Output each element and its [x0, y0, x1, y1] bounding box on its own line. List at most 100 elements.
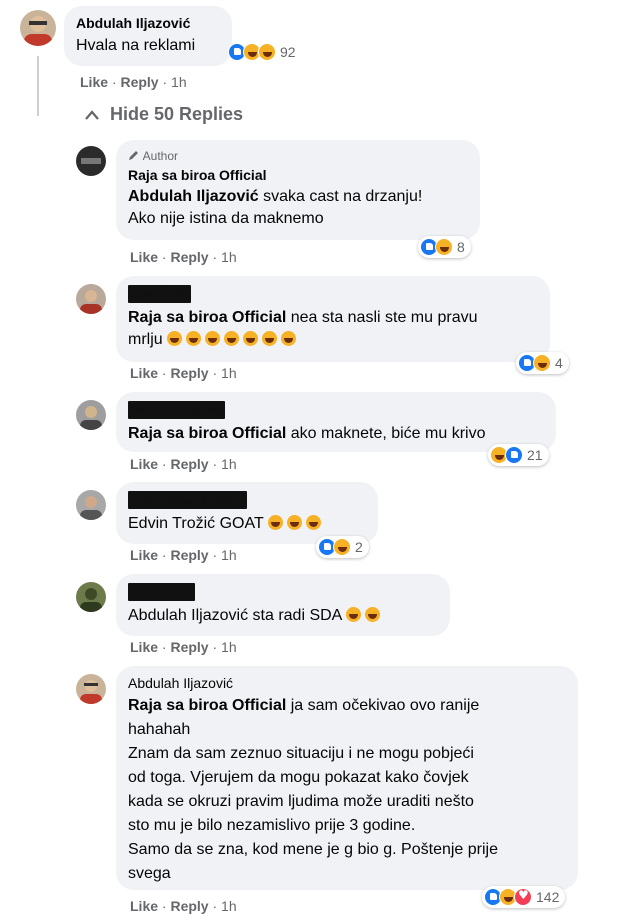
comment-bubble: Almir Čolić Raja sa biroa Official nea s…: [116, 276, 550, 362]
comment-text: Edvin Trožić GOAT: [128, 513, 366, 535]
separator: ·: [161, 365, 167, 381]
redacted-author-name: Senad Salić: [128, 583, 196, 601]
reply-button[interactable]: Reply: [170, 365, 208, 381]
avatar[interactable]: [76, 674, 106, 704]
mention-link[interactable]: Edvin Trožić: [128, 515, 215, 532]
avatar-image: [80, 680, 102, 704]
comment-text-part: Znam da sam zeznuo situaciju i ne mogu p…: [128, 745, 474, 762]
reaction-summary[interactable]: 4: [516, 352, 569, 374]
reply-button[interactable]: Reply: [120, 74, 158, 90]
love-icon: [514, 888, 532, 906]
mention-link[interactable]: Abdulah Iljazović: [128, 607, 248, 624]
avatar[interactable]: [76, 582, 106, 612]
avatar[interactable]: [76, 146, 106, 176]
chevron-up-icon: [85, 109, 99, 120]
separator: ·: [212, 365, 218, 381]
comment-actions: Like · Reply · 1h: [130, 249, 237, 265]
separator: ·: [212, 456, 218, 472]
reply-button[interactable]: Reply: [170, 456, 208, 472]
avatar-image: [24, 16, 52, 46]
rofl-emoji-icon: [345, 607, 361, 622]
reaction-count: 21: [527, 447, 543, 463]
comment-text-part: ako maknete, biće mu krivo: [286, 425, 486, 442]
reply-button[interactable]: Reply: [170, 547, 208, 563]
mention-link[interactable]: Abdulah Iljazović: [128, 188, 259, 205]
laughing-emoji-icon: [262, 331, 278, 346]
avatar[interactable]: [76, 490, 106, 520]
avatar[interactable]: [76, 284, 106, 314]
comment-text-part: svega: [128, 865, 171, 882]
comment-text-part: ja sam očekivao ovo ranije: [286, 697, 480, 714]
reaction-summary[interactable]: 142: [482, 886, 566, 908]
haha-icon: [533, 354, 551, 372]
comment-text-part: mrlju: [128, 331, 163, 348]
comment-bubble: Edvin Hajdarević Raja sa biroa Official …: [116, 392, 556, 452]
laughing-emoji-row: [267, 515, 325, 532]
author-badge-label: Author: [142, 149, 179, 163]
comment-author[interactable]: Almir Čolić: [128, 284, 538, 303]
comment-text: Abdulah Iljazović svaka cast na drzanju!…: [128, 186, 468, 230]
comment-actions: Like · Reply · 1h: [80, 74, 187, 90]
mention-link[interactable]: Raja sa biroa Official: [128, 425, 286, 442]
avatar[interactable]: [76, 400, 106, 430]
comment-time[interactable]: 1h: [171, 74, 187, 90]
reaction-count: 2: [355, 539, 363, 555]
like-button[interactable]: Like: [130, 249, 158, 265]
comment-author[interactable]: Edvin Hajdarević: [128, 400, 544, 419]
reaction-summary[interactable]: 2: [316, 536, 369, 558]
like-button[interactable]: Like: [130, 639, 158, 655]
reply-button[interactable]: Reply: [170, 898, 208, 914]
avatar-image: [80, 406, 102, 430]
separator: ·: [212, 249, 218, 265]
separator: ·: [212, 639, 218, 655]
comment-text-part: hahahah: [128, 721, 191, 738]
reply-button[interactable]: Reply: [170, 249, 208, 265]
avatar[interactable]: [20, 10, 56, 46]
mention-link[interactable]: Raja sa biroa Official: [128, 309, 286, 326]
like-button[interactable]: Like: [80, 74, 108, 90]
comment-author[interactable]: Raja sa biroa Official: [128, 166, 468, 184]
like-button[interactable]: Like: [130, 365, 158, 381]
like-button[interactable]: Like: [130, 547, 158, 563]
comment-time[interactable]: 1h: [221, 547, 237, 563]
comment-text: Hvala na reklami: [76, 37, 196, 54]
comment-text: Abdulah Iljazović sta radi SDA: [128, 605, 438, 627]
separator: ·: [162, 74, 168, 90]
comment-author[interactable]: Abdulah Iljazović: [128, 674, 566, 692]
rofl-emoji-icon: [364, 607, 380, 622]
like-button[interactable]: Like: [130, 898, 158, 914]
reaction-summary[interactable]: 21: [488, 444, 549, 466]
reply-button[interactable]: Reply: [170, 639, 208, 655]
reaction-summary[interactable]: 92: [226, 41, 302, 63]
reaction-count: 142: [536, 889, 560, 905]
separator: ·: [212, 547, 218, 563]
separator: ·: [161, 249, 167, 265]
like-button[interactable]: Like: [130, 456, 158, 472]
comment-time[interactable]: 1h: [221, 639, 237, 655]
comment-bubble: Senad Salić Abdulah Iljazović sta radi S…: [116, 574, 450, 636]
avatar-image: [80, 496, 102, 520]
comment-author[interactable]: Senad Salić: [128, 582, 438, 601]
reaction-summary[interactable]: 8: [418, 236, 471, 258]
comment-text-part: od toga. Vjerujem da mogu pokazat kako č…: [128, 769, 469, 786]
comment-time[interactable]: 1h: [221, 898, 237, 914]
laughing-emoji-row: [167, 331, 300, 348]
comment-time[interactable]: 1h: [221, 365, 237, 381]
comment-author[interactable]: Armin Hasanbegović: [128, 490, 366, 509]
comment-time[interactable]: 1h: [221, 249, 237, 265]
comment-bubble: Abdulah Iljazović Hvala na reklami: [64, 6, 232, 66]
comment-author[interactable]: Abdulah Iljazović: [76, 14, 220, 32]
comment-text: Raja sa biroa Official ako maknete, biće…: [128, 423, 544, 445]
laughing-emoji-icon: [186, 331, 202, 346]
author-badge: Author: [128, 148, 468, 164]
comment-text-part: sta radi SDA: [248, 607, 342, 624]
separator: ·: [161, 639, 167, 655]
separator: ·: [161, 547, 167, 563]
comment-actions: Like · Reply · 1h: [130, 547, 237, 563]
hide-replies-button[interactable]: Hide 50 Replies: [84, 104, 243, 125]
comment-text-part: GOAT: [215, 515, 264, 532]
comment-text: Raja sa biroa Official ja sam očekivao o…: [128, 694, 566, 886]
laughing-emoji-icon: [286, 515, 302, 530]
mention-link[interactable]: Raja sa biroa Official: [128, 697, 286, 714]
comment-time[interactable]: 1h: [221, 456, 237, 472]
